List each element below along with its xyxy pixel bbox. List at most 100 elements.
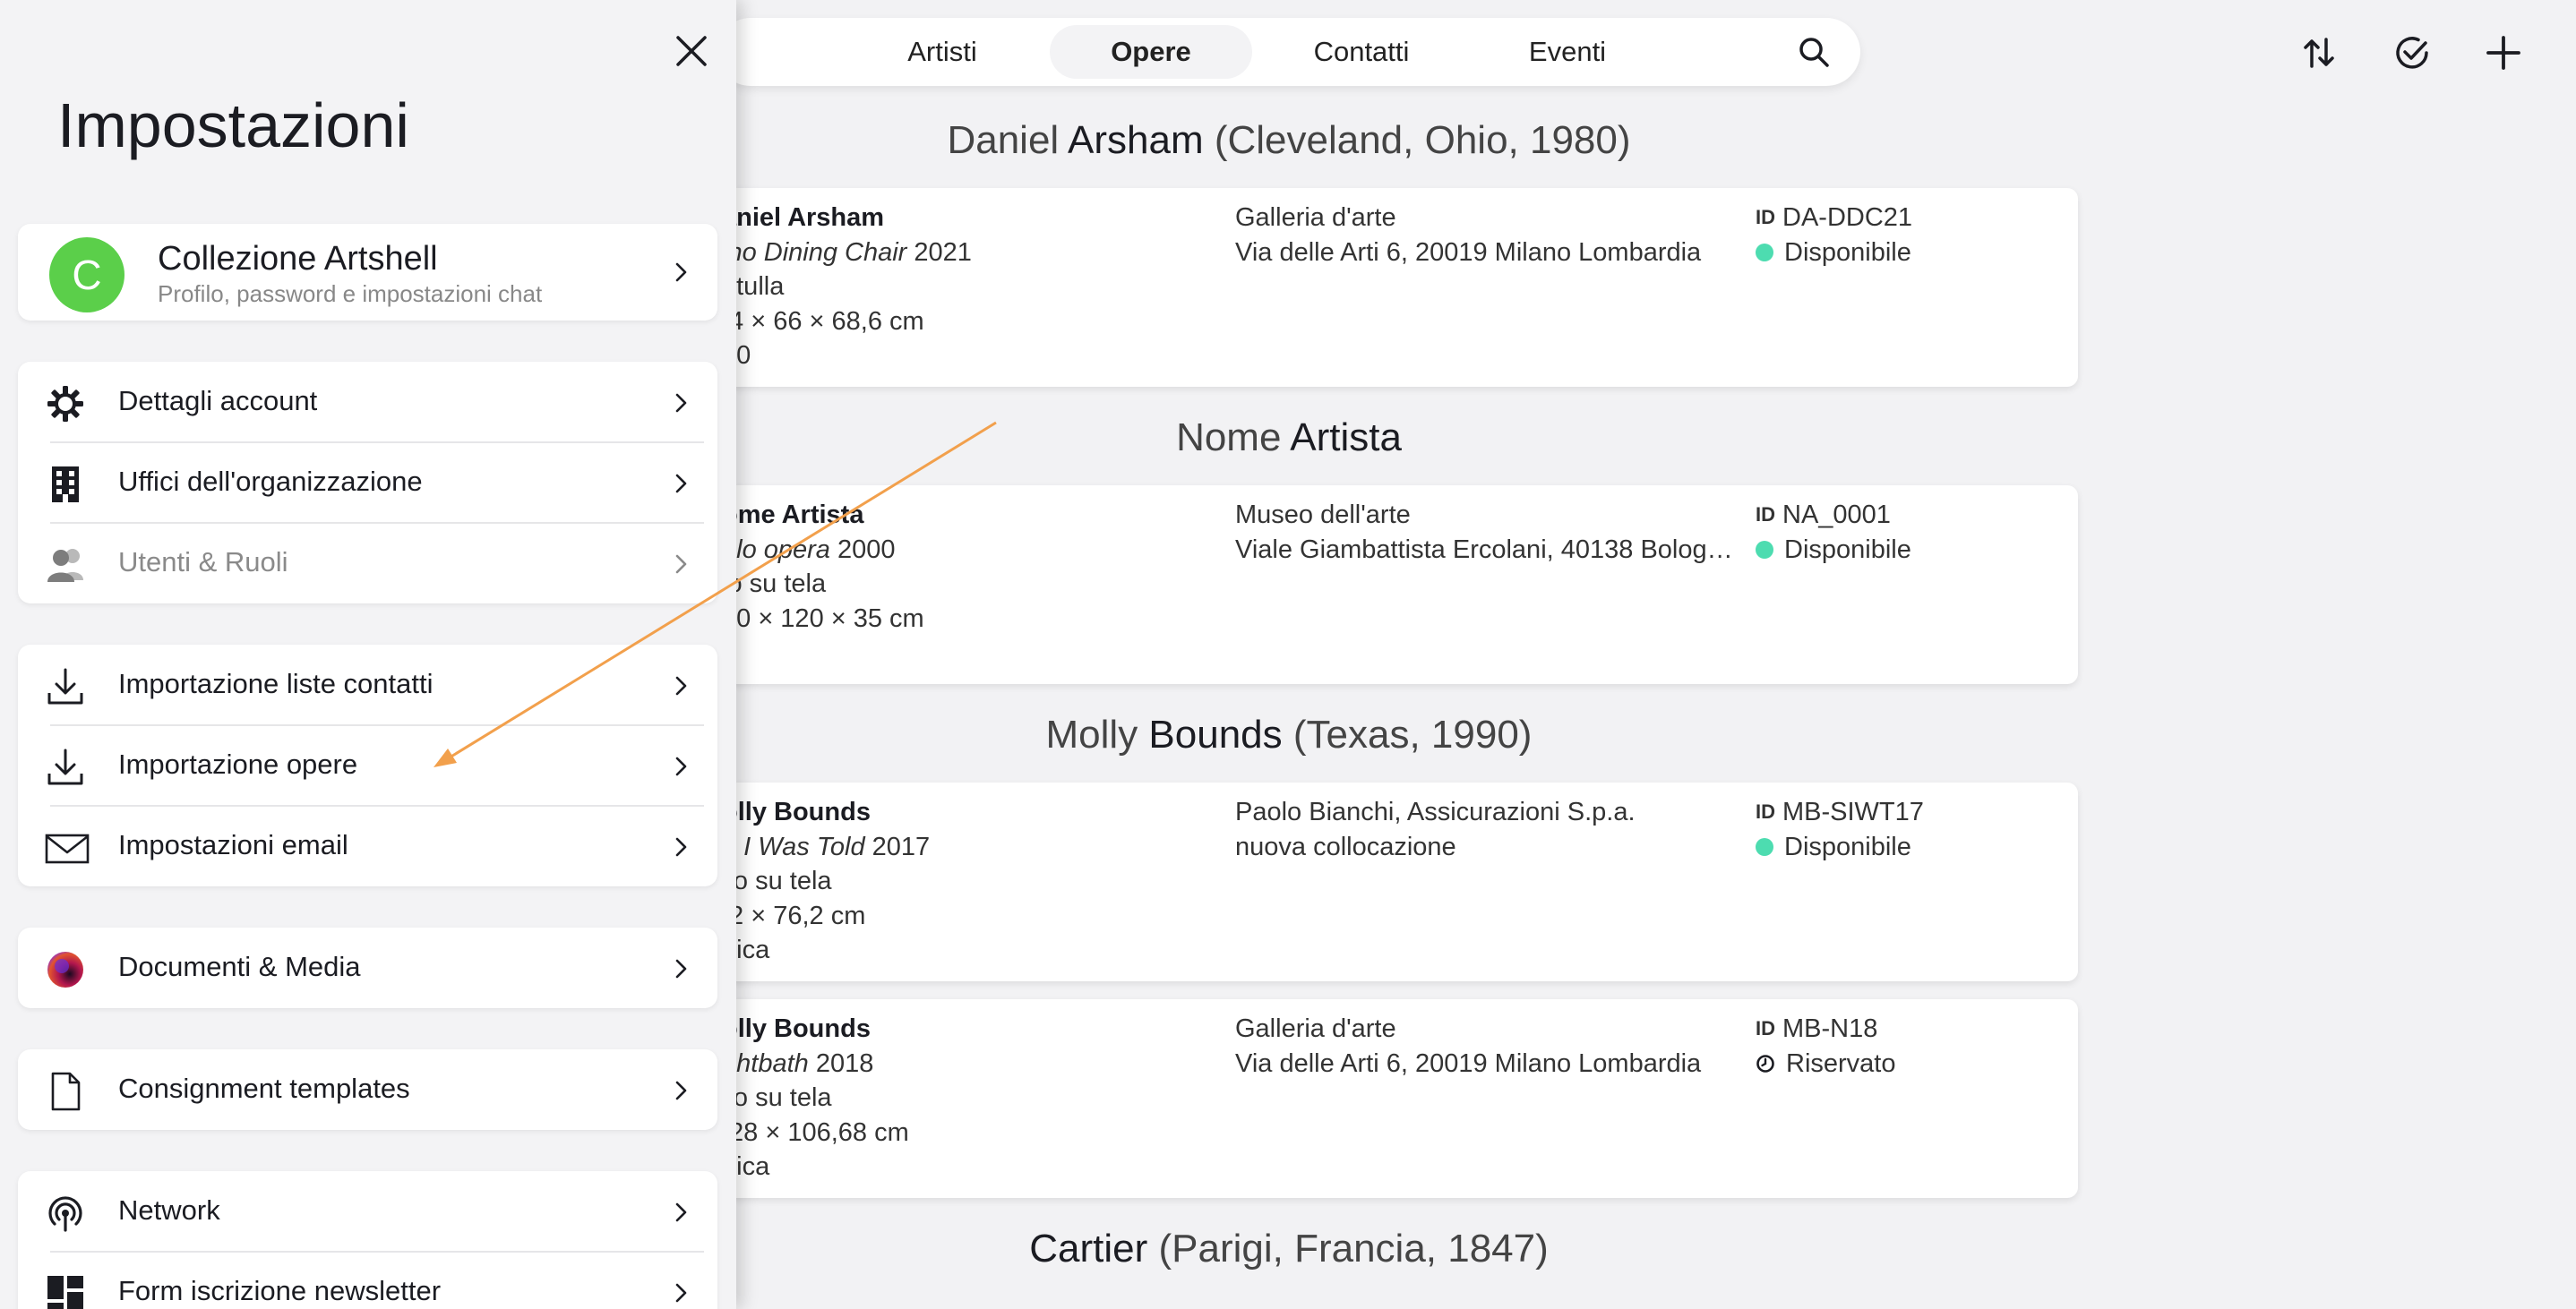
location-address: nuova collocazione bbox=[1235, 832, 1456, 861]
settings-item-label: Importazione liste contatti bbox=[118, 668, 434, 699]
chevron-right-icon bbox=[670, 260, 691, 285]
settings-item-network[interactable]: Network bbox=[18, 1171, 717, 1252]
location-name: Paolo Bianchi, Assicurazioni S.p.a. bbox=[1235, 798, 1636, 826]
other-settings-group: Network Form iscrizione newsletter bbox=[18, 1171, 717, 1309]
artwork-basic-info: aniel Arsham ino Dining Chair 2021 etull… bbox=[722, 201, 972, 373]
tab-eventi[interactable]: Eventi bbox=[1478, 25, 1657, 79]
settings-item-utenti-ruoli[interactable]: Utenti & Ruoli bbox=[18, 523, 717, 603]
artwork-id-status: ID NA_0001 Disponibile bbox=[1756, 498, 1911, 567]
users-icon bbox=[45, 544, 86, 586]
settings-item-form-newsletter[interactable]: Form iscrizione newsletter bbox=[18, 1252, 717, 1309]
status-badge: Riservato bbox=[1786, 1048, 1896, 1078]
artwork-location: Galleria d'arte Via delle Arti 6, 20019 … bbox=[1235, 201, 1737, 270]
location-address: Viale Giambattista Ercolani, 40138 Bolog… bbox=[1235, 535, 1737, 564]
document-icon bbox=[45, 1071, 86, 1112]
settings-item-label: Consignment templates bbox=[118, 1073, 410, 1104]
profile-card[interactable]: C Collezione Artshell Profilo, password … bbox=[18, 224, 717, 321]
artist-group-heading: Molly Bounds (Texas, 1990) bbox=[1045, 713, 1533, 757]
artwork-id-status: ID DA-DDC21 Disponibile bbox=[1756, 201, 1912, 270]
settings-item-label: Importazione opere bbox=[118, 749, 358, 780]
check-circle-icon[interactable] bbox=[2391, 32, 2433, 73]
artwork-edition: nica bbox=[722, 936, 770, 964]
artwork-basic-info: olly Bounds o I Was Told 2017 lio su tel… bbox=[722, 795, 930, 968]
artwork-location: Galleria d'arte Via delle Arti 6, 20019 … bbox=[1235, 1012, 1737, 1081]
settings-item-label: Impostazioni email bbox=[118, 829, 348, 860]
id-tag: ID bbox=[1756, 800, 1775, 823]
building-icon bbox=[45, 464, 86, 505]
id-tag: ID bbox=[1756, 503, 1775, 526]
add-icon[interactable] bbox=[2483, 32, 2524, 73]
chevron-right-icon bbox=[670, 834, 691, 860]
settings-item-uffici[interactable]: Uffici dell'organizzazione bbox=[18, 442, 717, 523]
artist-group-heading: Daniel Arsham (Cleveland, Ohio, 1980) bbox=[947, 118, 1631, 162]
tab-contatti[interactable]: Contatti bbox=[1263, 25, 1460, 79]
artwork-card[interactable]: aniel Arsham ino Dining Chair 2021 etull… bbox=[722, 188, 2078, 387]
avatar: C bbox=[49, 237, 125, 312]
artwork-artist: olly Bounds bbox=[722, 798, 871, 826]
chevron-right-icon bbox=[670, 956, 691, 981]
documents-media-group: Documenti & Media bbox=[18, 928, 717, 1008]
chevron-right-icon bbox=[670, 390, 691, 415]
settings-item-importazione-opere[interactable]: Importazione opere bbox=[18, 725, 717, 806]
artwork-edition: 5 bbox=[722, 636, 924, 671]
artwork-year: 2000 bbox=[829, 535, 896, 564]
artwork-id-status: ID MB-SIWT17 Disponibile bbox=[1756, 795, 1924, 864]
artwork-location: Paolo Bianchi, Assicurazioni S.p.a. nuov… bbox=[1235, 795, 1737, 864]
artwork-year: 2017 bbox=[864, 832, 931, 861]
settings-item-documenti-media[interactable]: Documenti & Media bbox=[18, 928, 717, 1008]
sort-icon[interactable] bbox=[2298, 32, 2340, 73]
consignment-group: Consignment templates bbox=[18, 1049, 717, 1130]
artwork-card[interactable]: olly Bounds ghtbath 2018 lio su tela ,28… bbox=[722, 999, 2078, 1198]
artist-group-heading: Cartier (Parigi, Francia, 1847) bbox=[1029, 1227, 1549, 1270]
settings-item-impostazioni-email[interactable]: Impostazioni email bbox=[18, 806, 717, 886]
location-name: Galleria d'arte bbox=[1235, 1014, 1396, 1043]
top-navigation: Artisti Opere Contatti Eventi bbox=[717, 18, 1860, 86]
import-settings-group: Importazione liste contatti Importazione… bbox=[18, 645, 717, 886]
artwork-id: MB-SIWT17 bbox=[1782, 798, 1924, 826]
artwork-artist: aniel Arsham bbox=[722, 203, 885, 232]
artwork-id-status: ID MB-N18 Riservato bbox=[1756, 1012, 1896, 1081]
download-icon bbox=[45, 747, 86, 788]
profile-name: Collezione Artshell bbox=[158, 240, 438, 278]
grid-icon bbox=[45, 1273, 86, 1309]
tab-opere[interactable]: Opere bbox=[1050, 25, 1252, 79]
tab-artisti[interactable]: Artisti bbox=[869, 25, 1016, 79]
settings-item-consignment-templates[interactable]: Consignment templates bbox=[18, 1049, 717, 1130]
close-icon[interactable] bbox=[670, 30, 713, 73]
envelope-icon bbox=[45, 827, 90, 868]
settings-item-label: Network bbox=[118, 1194, 220, 1226]
status-available-dot bbox=[1756, 540, 1773, 559]
chevron-right-icon bbox=[670, 754, 691, 779]
artwork-card[interactable]: ome Artista olo opera 2000 io su tela 00… bbox=[722, 485, 2078, 684]
artwork-dimensions: ,4 × 66 × 68,6 cm bbox=[722, 306, 924, 336]
settings-item-label: Documenti & Media bbox=[118, 951, 361, 982]
settings-item-importazione-contatti[interactable]: Importazione liste contatti bbox=[18, 645, 717, 725]
chevron-right-icon bbox=[670, 673, 691, 698]
artwork-medium: lio su tela bbox=[722, 1083, 832, 1112]
artwork-year: 2021 bbox=[906, 237, 972, 267]
chevron-right-icon bbox=[670, 1280, 691, 1305]
artwork-basic-info: olly Bounds ghtbath 2018 lio su tela ,28… bbox=[722, 1012, 909, 1185]
download-icon bbox=[45, 666, 86, 707]
settings-item-label: Uffici dell'organizzazione bbox=[118, 466, 423, 497]
artwork-edition: nica bbox=[722, 1152, 770, 1181]
artwork-dimensions: 00 × 120 × 35 cm bbox=[722, 603, 924, 633]
artist-group-heading: Nome Artista bbox=[1176, 415, 1402, 459]
artwork-id: MB-N18 bbox=[1782, 1014, 1878, 1043]
status-available-dot bbox=[1756, 243, 1773, 261]
location-name: Museo dell'arte bbox=[1235, 500, 1411, 529]
search-icon[interactable] bbox=[1796, 34, 1832, 70]
artwork-basic-info: ome Artista olo opera 2000 io su tela 00… bbox=[722, 498, 924, 671]
settings-item-dettagli-account[interactable]: Dettagli account bbox=[18, 362, 717, 442]
chevron-right-icon bbox=[670, 552, 691, 577]
artwork-card[interactable]: olly Bounds o I Was Told 2017 lio su tel… bbox=[722, 783, 2078, 981]
location-address: Via delle Arti 6, 20019 Milano Lombardia bbox=[1235, 237, 1702, 267]
artwork-title: olo opera bbox=[722, 535, 830, 564]
artwork-id: DA-DDC21 bbox=[1782, 203, 1913, 232]
artwork-edition: 50 bbox=[722, 341, 751, 370]
gear-icon bbox=[45, 383, 86, 424]
settings-item-label: Dettagli account bbox=[118, 385, 318, 416]
location-name: Galleria d'arte bbox=[1235, 203, 1396, 232]
page-title: Impostazioni bbox=[57, 90, 409, 160]
clock-icon bbox=[1756, 1054, 1775, 1074]
